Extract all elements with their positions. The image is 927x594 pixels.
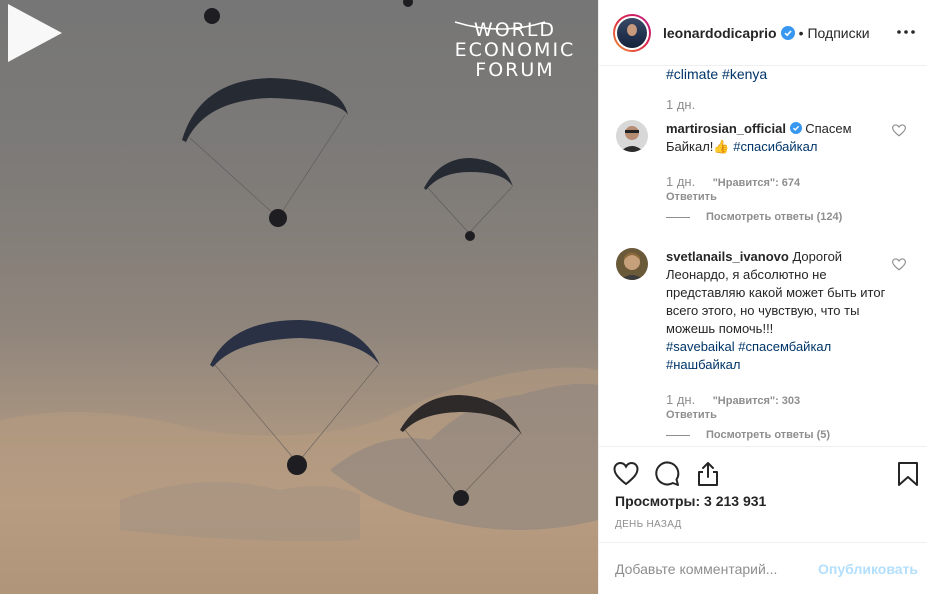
heart-icon[interactable] xyxy=(892,258,906,271)
post-sidebar: leonardodicaprio • Подписки #climate #ke… xyxy=(598,0,927,594)
logo-line: ECONOMIC xyxy=(454,39,576,61)
hashtag-link[interactable]: #kenya xyxy=(722,66,767,82)
comment-timestamp[interactable]: 1 дн. xyxy=(666,392,695,407)
comment-meta: 1 дн. "Нравится": 674 xyxy=(666,174,800,189)
logo-arc-icon xyxy=(454,21,546,30)
view-replies-button[interactable]: Посмотреть ответы (124) xyxy=(666,211,842,223)
heart-icon[interactable] xyxy=(613,461,639,487)
play-icon[interactable] xyxy=(0,0,66,66)
comment-timestamp[interactable]: 1 дн. xyxy=(666,174,695,189)
comments-list[interactable]: #climate #kenya 1 дн. martirosian_offici… xyxy=(599,66,927,446)
views-count[interactable]: Просмотры: 3 213 931 xyxy=(615,493,766,509)
comment-likes[interactable]: "Нравится": 674 xyxy=(713,177,801,189)
following-button[interactable]: Подписки xyxy=(807,25,869,41)
divider-line xyxy=(666,216,690,218)
verified-badge-icon xyxy=(780,25,795,40)
post-timestamp[interactable]: ДЕНЬ НАЗАД xyxy=(615,519,682,530)
instagram-post-view: WORLD ECONOMIC FORUM leonardodicaprio • … xyxy=(0,0,927,594)
hashtag-link[interactable]: #спасибайкал xyxy=(733,139,817,154)
verified-badge-icon xyxy=(789,122,802,134)
post-header: leonardodicaprio • Подписки xyxy=(599,0,927,66)
hashtag-link[interactable]: #спасембайкал xyxy=(738,339,831,354)
view-replies-label: Посмотреть ответы (124) xyxy=(706,211,843,223)
avatar[interactable] xyxy=(613,13,651,52)
logo-line: FORUM xyxy=(475,59,555,81)
avatar[interactable] xyxy=(616,120,648,152)
comment-likes[interactable]: "Нравится": 303 xyxy=(713,395,801,407)
add-comment-bar: Опубликовать xyxy=(599,542,927,594)
divider-line xyxy=(666,434,690,436)
comment-username[interactable]: svetlanails_ivanovo xyxy=(666,249,789,264)
comment-text-block: martirosian_official Спасем Байкал!👍 #сп… xyxy=(666,120,886,156)
share-icon[interactable] xyxy=(695,461,721,487)
reply-button[interactable]: Ответить xyxy=(666,191,717,203)
caption-hashtags: #climate #kenya xyxy=(666,66,767,82)
post-actions: Просмотры: 3 213 931 ДЕНЬ НАЗАД xyxy=(599,446,927,542)
comment-icon[interactable] xyxy=(654,461,680,487)
separator-dot: • xyxy=(798,24,804,41)
reply-button[interactable]: Ответить xyxy=(666,409,717,421)
comment-username[interactable]: martirosian_official xyxy=(666,121,786,136)
caption-timestamp[interactable]: 1 дн. xyxy=(666,97,695,112)
bookmark-icon[interactable] xyxy=(895,461,921,487)
hashtag-link[interactable]: #climate xyxy=(666,66,718,82)
hashtag-link[interactable]: #savebaikal xyxy=(666,339,735,354)
video-frame-paragliders xyxy=(0,0,598,594)
more-options-icon[interactable] xyxy=(896,24,916,40)
heart-icon[interactable] xyxy=(892,124,906,137)
author-username[interactable]: leonardodicaprio xyxy=(663,25,777,41)
post-video[interactable]: WORLD ECONOMIC FORUM xyxy=(0,0,598,594)
comment-text-block: svetlanails_ivanovo Дорогой Леонардо, я … xyxy=(666,248,886,374)
avatar[interactable] xyxy=(616,248,648,280)
publish-button[interactable]: Опубликовать xyxy=(818,561,918,577)
comment-meta: 1 дн. "Нравится": 303 xyxy=(666,392,800,407)
view-replies-button[interactable]: Посмотреть ответы (5) xyxy=(666,429,830,441)
comment-input[interactable] xyxy=(615,561,795,577)
view-replies-label: Посмотреть ответы (5) xyxy=(706,429,831,441)
hashtag-link[interactable]: #нашбайкал xyxy=(666,357,741,372)
wef-logo: WORLD ECONOMIC FORUM xyxy=(450,20,580,80)
